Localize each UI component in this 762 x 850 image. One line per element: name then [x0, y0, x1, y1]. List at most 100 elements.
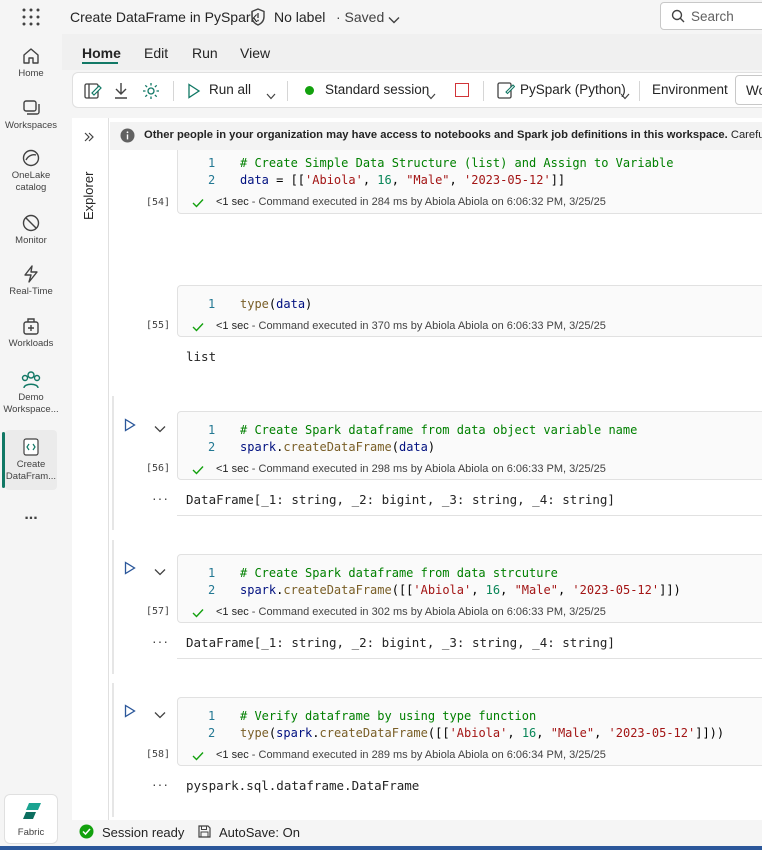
nav-realtime[interactable]: Real-Time: [0, 264, 62, 298]
tab-run[interactable]: Run: [192, 45, 218, 61]
cell-output: list: [186, 349, 217, 364]
search-box[interactable]: Search: [660, 2, 762, 30]
output-more-icon[interactable]: ···: [152, 490, 169, 506]
collapse-cell-chevron-icon[interactable]: [154, 564, 166, 579]
search-icon: [671, 9, 685, 26]
collapse-cell-chevron-icon[interactable]: [154, 421, 166, 436]
code-comment: # Create Spark dataframe from data strcu…: [240, 566, 558, 580]
code-line[interactable]: type(data): [240, 297, 312, 311]
notebook-title[interactable]: Create DataFrame in PySpark: [70, 9, 258, 25]
code-comment: # Create Spark dataframe from data objec…: [240, 423, 638, 437]
code-cell[interactable]: 1 # Create Spark dataframe from data obj…: [177, 411, 762, 480]
expand-explorer-icon[interactable]: [83, 131, 95, 146]
chevron-down-icon[interactable]: [388, 12, 400, 27]
line-number: 1: [208, 156, 216, 170]
toolbar-divider: [639, 81, 640, 101]
line-number: 2: [208, 440, 216, 454]
output-more-icon[interactable]: ···: [152, 776, 169, 792]
nav-onelake[interactable]: OneLake catalog: [0, 148, 62, 194]
tab-view[interactable]: View: [240, 45, 270, 61]
collapse-cell-chevron-icon[interactable]: [154, 707, 166, 722]
run-cell-play-icon[interactable]: [124, 704, 136, 721]
session-selector[interactable]: Standard session: [325, 82, 429, 97]
tab-edit[interactable]: Edit: [144, 45, 168, 61]
code-cell[interactable]: 1 # Create Spark dataframe from data str…: [177, 554, 762, 623]
download-icon[interactable]: [112, 81, 130, 104]
execution-count: [55]: [146, 320, 171, 331]
saved-status[interactable]: · Saved: [336, 9, 384, 25]
run-cell-play-icon[interactable]: [124, 561, 136, 578]
execution-count: [54]: [146, 197, 171, 208]
nav-home[interactable]: Home: [0, 46, 62, 80]
code-line[interactable]: spark.createDataFrame([['Abiola', 16, "M…: [240, 583, 681, 597]
language-selector[interactable]: PySpark (Python): [520, 82, 626, 97]
output-more-icon[interactable]: ···: [152, 633, 169, 649]
autosave-status[interactable]: AutoSave: On: [219, 825, 300, 840]
cell-status: <1 sec - Command executed in 370 ms by A…: [216, 320, 606, 332]
fabric-logo-icon: [23, 803, 41, 819]
settings-gear-icon[interactable]: [141, 81, 161, 104]
nav-monitor[interactable]: Monitor: [0, 213, 62, 247]
code-line[interactable]: spark.createDataFrame(data): [240, 440, 435, 454]
info-bar: Other people in your organization may ha…: [110, 122, 762, 150]
info-message: Other people in your organization may ha…: [144, 129, 762, 141]
output-divider: [177, 515, 762, 516]
nav-label: Create DataFram...: [5, 459, 57, 482]
tab-active-underline: [82, 62, 118, 64]
nav-workspaces[interactable]: Workspaces: [0, 98, 62, 132]
code-line[interactable]: # Create Spark dataframe from data strcu…: [240, 566, 558, 580]
code-line[interactable]: # Verify dataframe by using type functio…: [240, 709, 536, 723]
code-cell[interactable]: 1 # Verify dataframe by using type funct…: [177, 697, 762, 766]
fabric-switcher[interactable]: Fabric: [4, 794, 58, 844]
nav-workloads[interactable]: Workloads: [0, 316, 62, 350]
stop-session-icon[interactable]: [455, 83, 469, 97]
code-line[interactable]: # Create Simple Data Structure (list) an…: [240, 156, 673, 170]
tab-home[interactable]: Home: [82, 45, 121, 61]
line-number: 2: [208, 726, 216, 740]
code-cell[interactable]: 1 # Create Simple Data Structure (list) …: [177, 150, 762, 214]
workspace-button[interactable]: Wo: [735, 75, 762, 105]
info-icon: [120, 128, 135, 146]
run-all-button[interactable]: Run all: [209, 82, 251, 97]
output-divider: [177, 658, 762, 659]
run-cell-play-icon[interactable]: [124, 418, 136, 435]
notebook-edit-icon[interactable]: [83, 81, 103, 104]
execution-count: [58]: [146, 749, 171, 760]
autosave-icon: [197, 824, 212, 842]
monitor-icon: [22, 214, 40, 232]
code-cell[interactable]: 1 type(data) <1 sec - Command executed i…: [177, 285, 762, 337]
toolbar-divider: [483, 81, 484, 101]
code-line[interactable]: # Create Spark dataframe from data objec…: [240, 423, 637, 437]
cell-status: <1 sec - Command executed in 298 ms by A…: [216, 463, 606, 475]
line-number: 1: [208, 423, 216, 437]
success-check-icon: [192, 196, 204, 211]
code-line[interactable]: data = [['Abiola', 16, "Male", '2023-05-…: [240, 173, 565, 187]
session-status-dot: [305, 86, 314, 95]
cell-selection-bar: [112, 540, 114, 674]
explorer-label[interactable]: Explorer: [81, 172, 96, 220]
line-number: 2: [208, 173, 216, 187]
more-icon[interactable]: ...: [0, 506, 62, 524]
environment-button[interactable]: Environment: [652, 82, 728, 97]
code-line[interactable]: type(spark.createDataFrame([['Abiola', 1…: [240, 726, 724, 740]
run-all-chevron-icon[interactable]: [266, 88, 276, 103]
info-message-rest: Carefully re: [730, 129, 762, 141]
fabric-label: Fabric: [17, 827, 45, 838]
success-check-icon: [192, 463, 204, 478]
code-comment: # Create Simple Data Structure (list) an…: [240, 156, 674, 170]
demo-workspace-icon: [21, 371, 41, 389]
waffle-icon[interactable]: [22, 8, 40, 29]
workspace-button-label: Wo: [746, 83, 762, 98]
nav-create-dataframe[interactable]: Create DataFram...: [0, 437, 62, 483]
shield-icon: [250, 8, 266, 29]
language-chevron-icon[interactable]: [620, 88, 630, 103]
onelake-icon: [22, 149, 40, 167]
run-all-play-icon[interactable]: [187, 83, 201, 102]
success-check-icon: [192, 320, 204, 335]
nav-demo-workspace[interactable]: Demo Workspace...: [0, 370, 62, 416]
line-number: 1: [208, 566, 216, 580]
sensitivity-label[interactable]: No label: [274, 9, 325, 25]
search-placeholder: Search: [691, 9, 734, 24]
session-chevron-icon[interactable]: [426, 88, 436, 103]
session-ready-status[interactable]: Session ready: [102, 825, 184, 840]
